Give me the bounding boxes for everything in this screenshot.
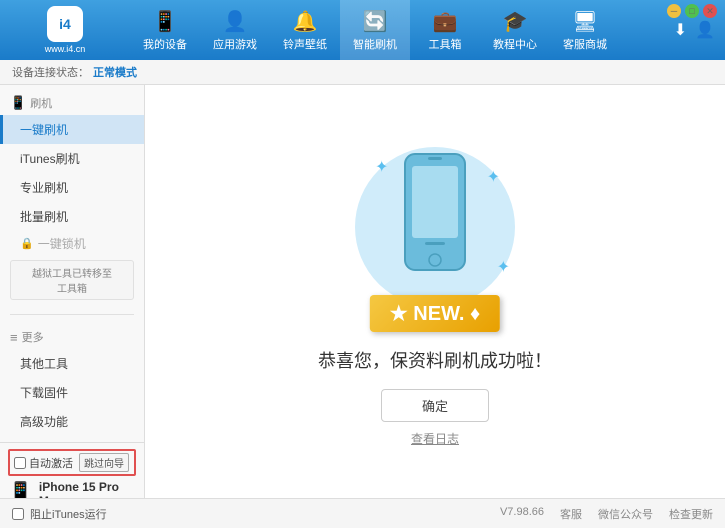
- nav-item-my-device[interactable]: 📱 我的设备: [130, 0, 200, 60]
- illustration: ✦ ✦ ✦ ★ NEW. ♦: [345, 137, 525, 337]
- more-section-label: 更多: [22, 329, 44, 345]
- sidebar-divider: [10, 314, 134, 315]
- one-key-flash-label: 一键刷机: [20, 123, 68, 137]
- sidebar-item-one-key-lock-disabled: 🔒 一键锁机: [0, 231, 144, 256]
- breadcrumb-status: 正常模式: [93, 64, 137, 80]
- device-name: iPhone 15 Pro Max: [39, 480, 136, 498]
- customer-service-link[interactable]: 客服: [560, 506, 582, 522]
- sidebar-item-one-key-flash[interactable]: 一键刷机: [0, 115, 144, 144]
- footer: 阻止iTunes运行 V7.98.66 客服 微信公众号 检查更新: [0, 498, 725, 528]
- sidebar-item-itunes-flash[interactable]: iTunes刷机: [0, 144, 144, 173]
- sparkle-icon-3: ✦: [497, 257, 510, 277]
- footer-right: V7.98.66 客服 微信公众号 检查更新: [500, 506, 713, 522]
- logo-icon: i4: [47, 6, 83, 42]
- flash-section-icon: 📱: [10, 95, 26, 111]
- auto-activate-checkbox[interactable]: [14, 457, 26, 469]
- main-layout: 📱 刷机 一键刷机 iTunes刷机 专业刷机 批量刷机 🔒 一键锁机: [0, 85, 725, 498]
- service-icon: 🖥: [572, 9, 597, 34]
- nav-label-service: 客服商城: [563, 36, 607, 52]
- nav-items: 📱 我的设备 👤 应用游戏 🔔 铃声壁纸 🔄 智能刷机 💼 工具箱 🎓: [130, 0, 664, 60]
- user-header-icon[interactable]: 👤: [695, 20, 715, 40]
- header: i4 www.i4.cn 📱 我的设备 👤 应用游戏 🔔 铃声壁纸 🔄 智能刷机: [0, 0, 725, 60]
- nav-item-service[interactable]: 🖥 客服商城: [550, 0, 620, 60]
- sidebar-device-bottom: 自动激活 跳过向导 📱 iPhone 15 Pro Max 512GB iPho…: [0, 442, 144, 498]
- view-log-link[interactable]: 查看日志: [411, 430, 459, 447]
- batch-flash-label: 批量刷机: [20, 210, 68, 224]
- nav-label-smart-flash: 智能刷机: [353, 36, 397, 52]
- nav-label-ringtone: 铃声壁纸: [283, 36, 327, 52]
- nav-item-apps-games[interactable]: 👤 应用游戏: [200, 0, 270, 60]
- apps-games-icon: 👤: [223, 9, 248, 34]
- sidebar-notice: 越狱工具已转移至 工具箱: [10, 260, 134, 300]
- version-label: V7.98.66: [500, 506, 544, 522]
- smart-flash-icon: 🔄: [363, 9, 388, 34]
- ringtone-icon: 🔔: [293, 9, 318, 34]
- wechat-link[interactable]: 微信公众号: [598, 506, 653, 522]
- device-phone-icon: 📱: [8, 480, 33, 498]
- device-info: 📱 iPhone 15 Pro Max 512GB iPhone: [8, 480, 136, 498]
- sidebar-section-flash-header: 📱 刷机: [0, 91, 144, 115]
- stop-itunes-label: 阻止iTunes运行: [30, 506, 107, 522]
- maximize-button[interactable]: □: [685, 4, 699, 18]
- footer-left: 阻止iTunes运行: [12, 506, 107, 522]
- logo-text: www.i4.cn: [45, 44, 86, 54]
- logo-char: i4: [59, 16, 71, 32]
- sidebar-section-flash: 📱 刷机 一键刷机 iTunes刷机 专业刷机 批量刷机 🔒 一键锁机: [0, 85, 144, 310]
- disabled-label: 一键锁机: [38, 235, 86, 252]
- nav-label-toolbox: 工具箱: [429, 36, 462, 52]
- flash-section-label: 刷机: [30, 95, 52, 111]
- phone-graphic: [400, 152, 470, 275]
- download-header-icon[interactable]: ⬇: [674, 20, 687, 40]
- success-text: 恭喜您，保资料刷机成功啦！: [318, 347, 552, 373]
- auto-row: 自动激活 跳过向导: [8, 449, 136, 476]
- breadcrumb-prefix: 设备连接状态：: [12, 64, 89, 80]
- sidebar-item-batch-flash[interactable]: 批量刷机: [0, 202, 144, 231]
- notice-text: 越狱工具已转移至 工具箱: [32, 269, 112, 295]
- toolbox-icon: 💼: [433, 9, 458, 34]
- header-right: ⬇ 👤: [664, 20, 725, 40]
- window-controls: ─ □ ✕: [667, 4, 717, 18]
- sidebar-item-pro-flash[interactable]: 专业刷机: [0, 173, 144, 202]
- logo-area: i4 www.i4.cn: [0, 6, 130, 54]
- sidebar-item-download-fw[interactable]: 下载固件: [0, 378, 144, 407]
- pro-flash-label: 专业刷机: [20, 181, 68, 195]
- close-button[interactable]: ✕: [703, 4, 717, 18]
- minimize-button[interactable]: ─: [667, 4, 681, 18]
- nav-item-smart-flash[interactable]: 🔄 智能刷机: [340, 0, 410, 60]
- sparkle-icon-1: ✦: [375, 157, 388, 177]
- nav-label-my-device: 我的设备: [143, 36, 187, 52]
- auto-activate-label: 自动激活: [29, 455, 73, 471]
- sidebar-section-more-header: ≡ 更多: [0, 325, 144, 349]
- download-fw-label: 下载固件: [20, 386, 68, 400]
- other-tools-label: 其他工具: [20, 357, 68, 371]
- my-device-icon: 📱: [153, 9, 178, 34]
- tutorial-icon: 🎓: [503, 9, 528, 34]
- guide-btn[interactable]: 跳过向导: [79, 453, 129, 472]
- itunes-flash-label: iTunes刷机: [20, 152, 80, 166]
- lock-icon: 🔒: [20, 237, 34, 250]
- sidebar-section-more: ≡ 更多 其他工具 下载固件 高级功能: [0, 319, 144, 442]
- main-content: ✦ ✦ ✦ ★ NEW. ♦: [145, 85, 725, 498]
- sidebar-item-advanced[interactable]: 高级功能: [0, 407, 144, 436]
- advanced-label: 高级功能: [20, 415, 68, 429]
- auto-activate-checkbox-label[interactable]: 自动激活: [14, 455, 73, 471]
- more-section-icon: ≡: [10, 330, 18, 345]
- check-update-link[interactable]: 检查更新: [669, 506, 713, 522]
- device-details: iPhone 15 Pro Max 512GB iPhone: [39, 480, 136, 498]
- sidebar: 📱 刷机 一键刷机 iTunes刷机 专业刷机 批量刷机 🔒 一键锁机: [0, 85, 145, 498]
- breadcrumb: 设备连接状态： 正常模式: [0, 60, 725, 85]
- confirm-button[interactable]: 确定: [381, 389, 489, 422]
- nav-label-apps-games: 应用游戏: [213, 36, 257, 52]
- nav-item-tutorial[interactable]: 🎓 教程中心: [480, 0, 550, 60]
- sidebar-item-other-tools[interactable]: 其他工具: [0, 349, 144, 378]
- stop-itunes-checkbox[interactable]: [12, 508, 24, 520]
- nav-item-toolbox[interactable]: 💼 工具箱: [410, 0, 480, 60]
- sparkle-icon-2: ✦: [487, 167, 500, 187]
- nav-label-tutorial: 教程中心: [493, 36, 537, 52]
- new-banner: ★ NEW. ♦: [370, 295, 500, 332]
- new-badge-text: NEW: [413, 303, 459, 325]
- nav-item-ringtone[interactable]: 🔔 铃声壁纸: [270, 0, 340, 60]
